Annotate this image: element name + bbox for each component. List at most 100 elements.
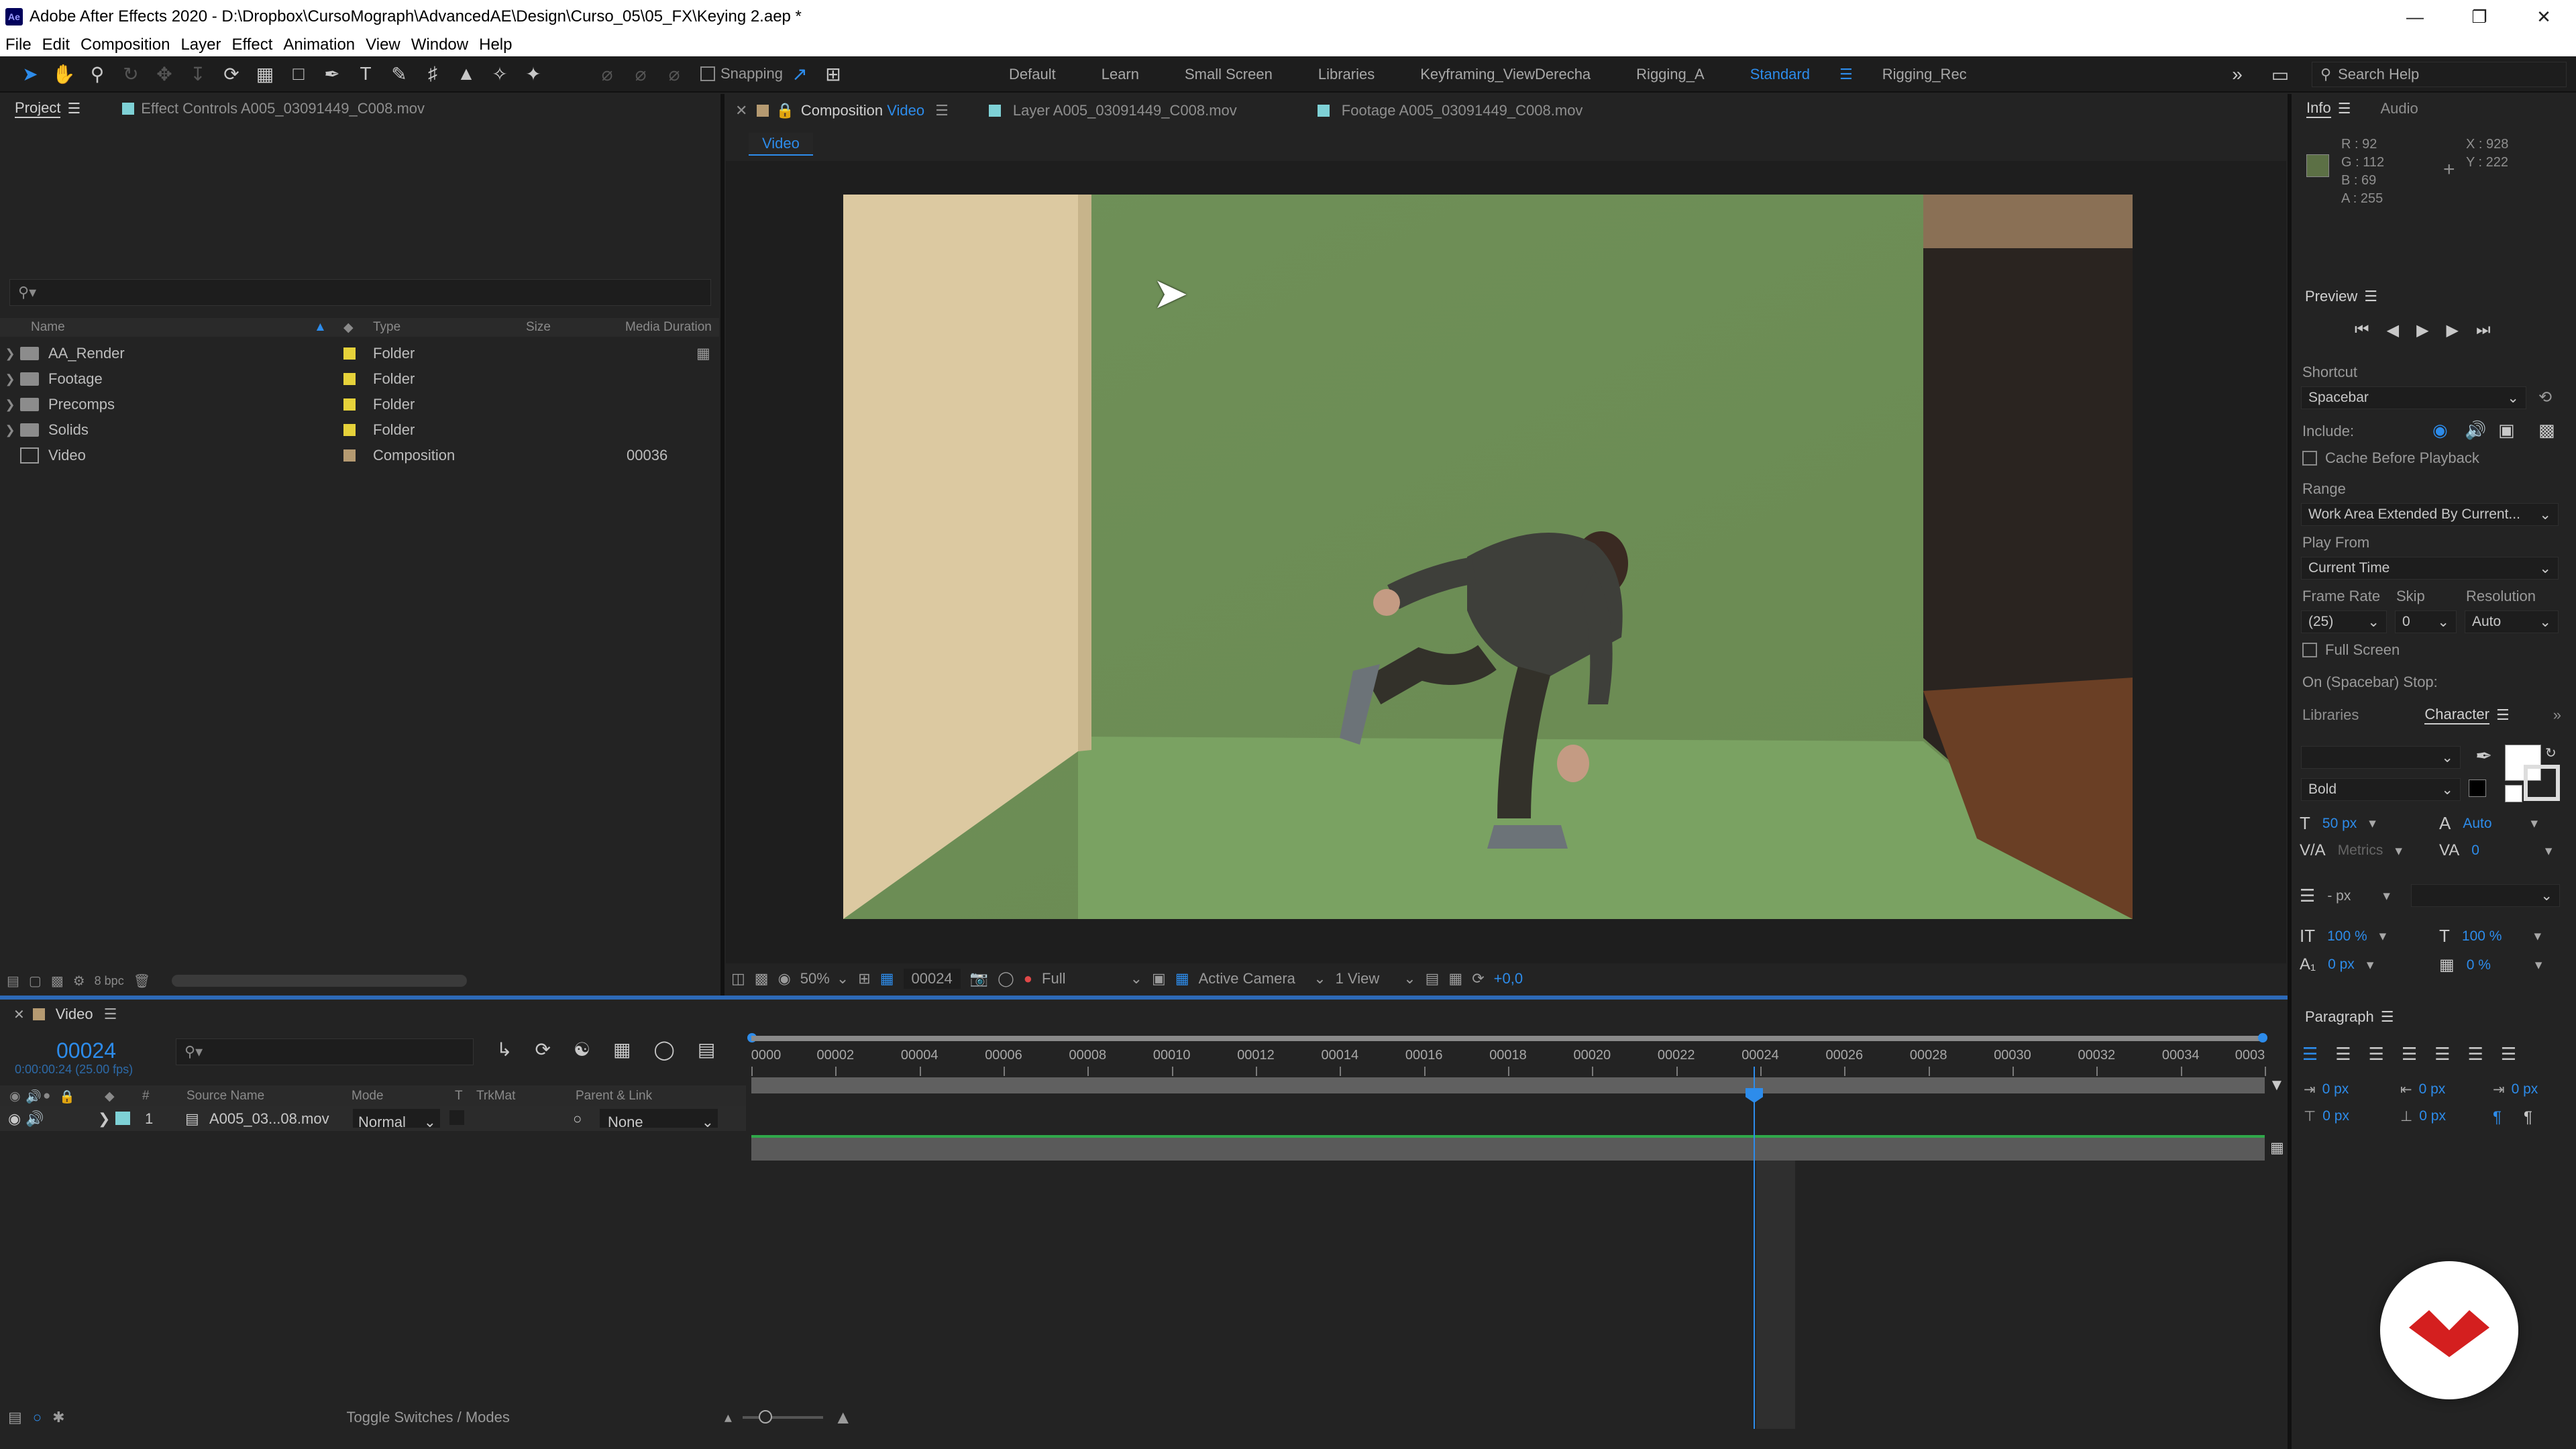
workspace-menu-icon[interactable]: ☰ [1833, 66, 1860, 83]
justify-center-icon[interactable]: ☰ [2434, 1044, 2450, 1065]
safe-zones-icon[interactable]: ⊞ [858, 970, 870, 987]
world-axis-icon[interactable]: ⌀ [624, 57, 657, 91]
tab-layer[interactable]: Layer A005_03091449_C008.mov [1001, 102, 1318, 119]
tab-timeline-video[interactable]: Video [45, 1006, 104, 1023]
leading-control[interactable]: A Auto ▾ [2439, 813, 2538, 834]
tsume-control[interactable]: ▦ 0 % ▾ [2439, 955, 2542, 975]
black-color-swatch[interactable] [2469, 780, 2486, 797]
cache-checkbox[interactable] [2302, 451, 2317, 466]
trkmat-toggle[interactable] [449, 1110, 464, 1125]
reset-icon[interactable]: ⟲ [2538, 388, 2552, 407]
close-icon[interactable]: ✕ [0, 1006, 33, 1023]
view-axis-icon[interactable]: ⌀ [657, 57, 691, 91]
label-swatch[interactable] [343, 449, 356, 462]
space-before-control[interactable]: ⊤ 0 px [2304, 1108, 2349, 1125]
indent-left-control[interactable]: ⇥ 0 px [2304, 1081, 2349, 1098]
column-mode[interactable]: Mode [352, 1089, 384, 1104]
snap-grid-icon[interactable]: ⊞ [816, 57, 850, 91]
selection-tool-icon[interactable]: ➤ [13, 57, 47, 91]
ltr-direction-icon[interactable]: ¶ [2493, 1108, 2502, 1127]
close-icon[interactable]: ✕ [726, 102, 757, 119]
label-swatch[interactable] [343, 398, 356, 411]
close-button[interactable]: ✕ [2512, 0, 2576, 34]
camera-dropdown[interactable]: Active Camera ⌄ [1199, 970, 1326, 987]
stroke-width-control[interactable]: ☰ - px ▾ [2300, 885, 2390, 906]
current-time-indicator[interactable] [1754, 1067, 1755, 1429]
vertical-scale-control[interactable]: IT 100 % ▾ [2300, 926, 2386, 947]
play-icon[interactable]: ▶ [2416, 321, 2428, 340]
panel-menu-icon[interactable]: ☰ [2338, 100, 2351, 117]
time-navigator-bar[interactable] [751, 1036, 2262, 1041]
orbit-camera-icon[interactable]: ↻ [114, 57, 148, 91]
stroke-style-dropdown[interactable]: ⌄ [2411, 884, 2560, 907]
exposure-value[interactable]: +0,0 [1494, 970, 1523, 987]
local-axis-icon[interactable]: ⌀ [590, 57, 624, 91]
font-size-control[interactable]: T 50 px ▾ [2300, 813, 2376, 834]
baseline-shift-control[interactable]: A₁ 0 px ▾ [2300, 955, 2373, 974]
justify-all-icon[interactable]: ☰ [2501, 1044, 2516, 1065]
label-swatch[interactable] [343, 373, 356, 385]
more-workspaces-icon[interactable]: » [2220, 58, 2254, 91]
panel-divider[interactable] [720, 94, 724, 996]
transfer-controls-icon[interactable]: ○ [33, 1409, 42, 1426]
menu-effect[interactable]: Effect [226, 36, 278, 54]
panel-menu-icon[interactable]: ☰ [2364, 288, 2377, 305]
toggle-switches-modes[interactable]: Toggle Switches / Modes [347, 1409, 510, 1426]
chevron-right-icon[interactable]: ❯ [0, 398, 20, 412]
tab-audio[interactable]: Audio [2365, 94, 2432, 123]
current-time-field[interactable]: 00024 [903, 969, 961, 989]
chevron-right-icon[interactable]: ❯ [0, 372, 20, 386]
bit-depth-toggle[interactable]: 8 bpc [95, 974, 124, 988]
shy-layers-icon[interactable]: ☯ [574, 1038, 590, 1061]
time-zoom-handle[interactable] [758, 1410, 772, 1424]
chevron-right-icon[interactable]: ❯ [0, 423, 20, 437]
workspace-rigging-rec[interactable]: Rigging_Rec [1860, 66, 1990, 83]
type-tool-icon[interactable]: T [349, 57, 382, 91]
tab-character[interactable]: Character ☰ [2373, 700, 2524, 730]
stroke-color-swatch[interactable] [2524, 765, 2560, 801]
time-zoom-slider[interactable] [742, 1410, 823, 1424]
project-settings-icon[interactable]: ⚙ [73, 973, 85, 989]
menu-layer[interactable]: Layer [175, 36, 226, 54]
current-time-indicator-head[interactable] [1746, 1088, 1763, 1103]
list-item[interactable]: ❯ Footage Folder [0, 366, 719, 392]
column-name[interactable]: Name [31, 320, 65, 335]
panel-menu-icon[interactable]: ☰ [104, 1006, 117, 1023]
list-item[interactable]: ❯ Precomps Folder [0, 392, 719, 417]
first-frame-icon[interactable]: ⏮ [2355, 321, 2369, 340]
puppet-pin-tool-icon[interactable]: ✦ [517, 57, 550, 91]
comp-flowchart-icon[interactable]: ▦ [1448, 970, 1462, 987]
menu-window[interactable]: Window [406, 36, 474, 54]
views-dropdown[interactable]: 1 View ⌄ [1336, 970, 1416, 987]
workspace-small-screen[interactable]: Small Screen [1162, 66, 1295, 83]
workspace-libraries[interactable]: Libraries [1295, 66, 1397, 83]
trash-icon[interactable]: 🗑 [133, 973, 150, 989]
layer-name[interactable]: A005_03...08.mov [209, 1110, 329, 1128]
home-icon[interactable] [0, 57, 13, 91]
project-search-input[interactable]: ⚲▾ [9, 279, 711, 306]
motion-blur-icon[interactable]: ◯ [654, 1038, 675, 1061]
roto-brush-tool-icon[interactable]: ✧ [483, 57, 517, 91]
panel-toggle-icon[interactable]: ▭ [2263, 58, 2297, 91]
horizontal-scale-control[interactable]: T 100 % ▾ [2439, 926, 2541, 947]
pan-camera-icon[interactable]: ✥ [148, 57, 181, 91]
interpret-footage-icon[interactable]: ▤ [7, 973, 19, 989]
play-from-dropdown[interactable]: Current Time ⌄ [2301, 557, 2559, 580]
work-area-end-handle[interactable] [2258, 1033, 2267, 1042]
include-output-icon[interactable]: ▩ [2538, 420, 2555, 441]
pan-behind-tool-icon[interactable]: ▦ [248, 57, 282, 91]
column-parent[interactable]: Parent & Link [576, 1089, 652, 1104]
eyedropper-icon[interactable]: ✒ [2475, 745, 2492, 768]
column-size[interactable]: Size [526, 320, 551, 335]
more-panels-icon[interactable]: » [2538, 700, 2576, 730]
tab-effect-controls[interactable]: Effect Controls A005_03091449_C008.mov [95, 94, 439, 123]
layer-duration-bar[interactable] [751, 1135, 2265, 1161]
kerning-control[interactable]: V/A Metrics ▾ [2300, 841, 2402, 860]
menu-composition[interactable]: Composition [75, 36, 175, 54]
indent-first-control[interactable]: ⇥ 0 px [2493, 1081, 2538, 1098]
previous-frame-icon[interactable]: ◀ [2387, 321, 2399, 340]
menu-edit[interactable]: Edit [37, 36, 75, 54]
graph-editor-icon[interactable]: ▤ [698, 1038, 715, 1061]
audio-toggle-icon[interactable]: 🔊 [25, 1110, 44, 1128]
show-snapshot-icon[interactable]: ◯ [998, 970, 1014, 987]
